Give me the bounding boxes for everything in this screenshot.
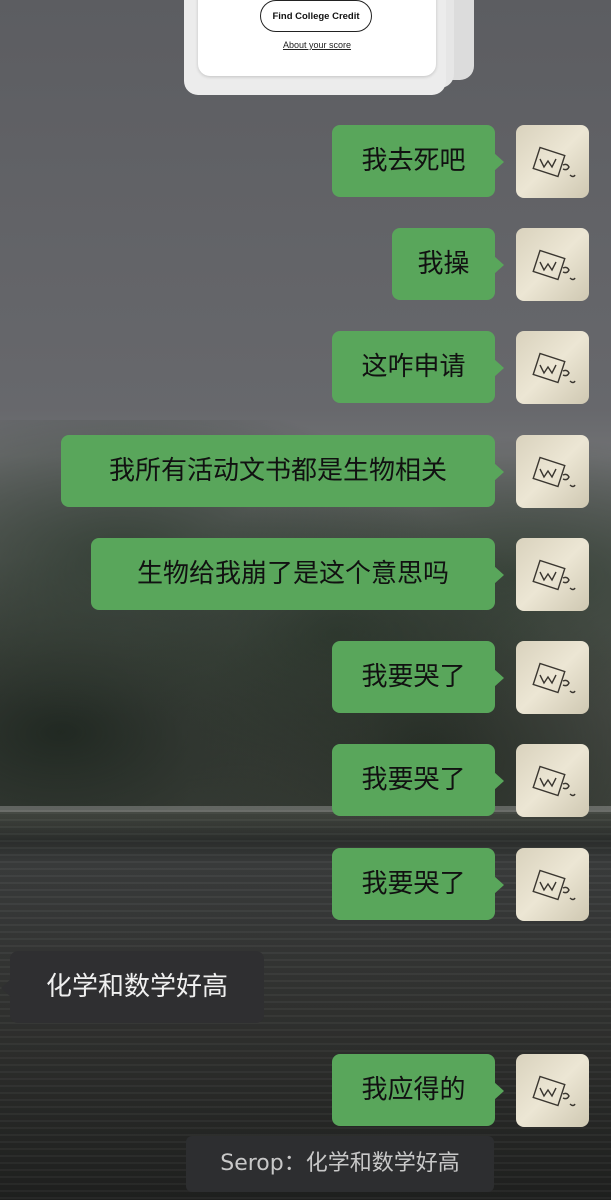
sketch-avatar-icon: [532, 352, 576, 384]
sketch-avatar-icon: [532, 559, 576, 591]
sketch-avatar-icon: [532, 662, 576, 694]
message-bubble-received[interactable]: 化学和数学好高: [1, 951, 264, 1023]
avatar[interactable]: [516, 435, 589, 508]
message-bubble-sent[interactable]: 我要哭了: [332, 641, 504, 713]
avatar[interactable]: [516, 641, 589, 714]
message-bubble-sent[interactable]: 我操: [392, 228, 504, 300]
about-your-score-link[interactable]: About your score: [198, 40, 436, 50]
avatar[interactable]: [516, 228, 589, 301]
sketch-avatar-icon: [532, 249, 576, 281]
sketch-avatar-icon: [532, 1075, 576, 1107]
avatar[interactable]: [516, 125, 589, 198]
avatar[interactable]: [516, 331, 589, 404]
message-bubble-sent[interactable]: 我要哭了: [332, 848, 504, 920]
find-college-credit-button[interactable]: Find College Credit: [260, 0, 372, 32]
message-bubble-sent[interactable]: 我去死吧: [332, 125, 504, 197]
sketch-avatar-icon: [532, 456, 576, 488]
score-card-image[interactable]: Find College Credit About your score: [184, 0, 474, 95]
message-bubble-sent[interactable]: 这咋申请: [332, 331, 504, 403]
quoted-message-bar[interactable]: Serop：化学和数学好高: [186, 1136, 494, 1192]
avatar[interactable]: [516, 848, 589, 921]
message-bubble-sent[interactable]: 我应得的: [332, 1054, 504, 1126]
sketch-avatar-icon: [532, 869, 576, 901]
message-bubble-sent[interactable]: 我所有活动文书都是生物相关: [61, 435, 504, 507]
avatar[interactable]: [516, 1054, 589, 1127]
message-bubble-sent[interactable]: 我要哭了: [332, 744, 504, 816]
avatar[interactable]: [516, 744, 589, 817]
message-bubble-sent[interactable]: 生物给我崩了是这个意思吗: [91, 538, 504, 610]
sketch-avatar-icon: [532, 146, 576, 178]
sketch-avatar-icon: [532, 765, 576, 797]
avatar[interactable]: [516, 538, 589, 611]
score-card-front: Find College Credit About your score: [198, 0, 436, 76]
